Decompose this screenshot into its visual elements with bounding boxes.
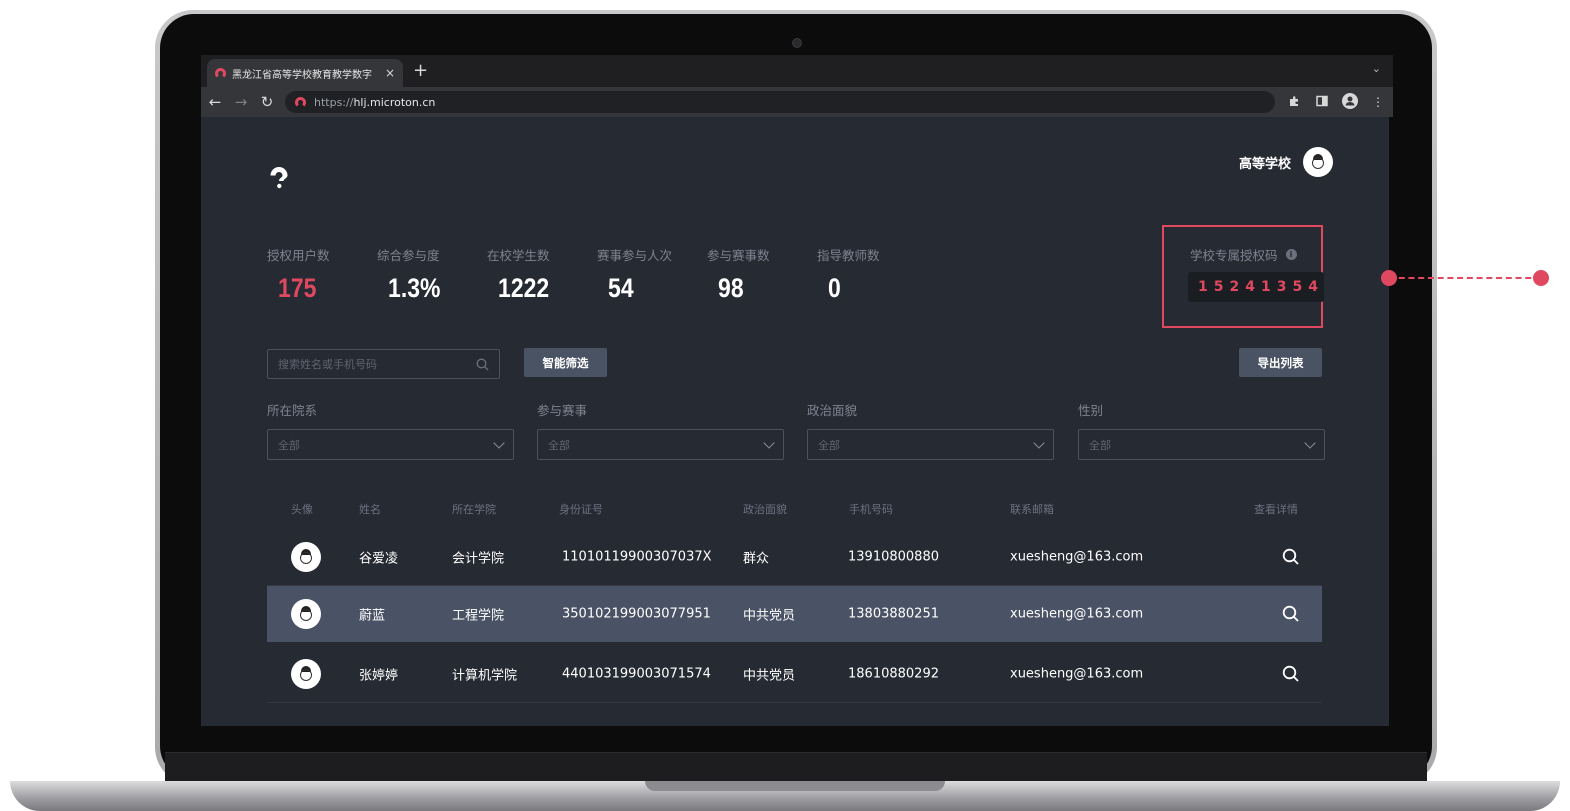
page-edge [1389,117,1393,726]
table-row[interactable]: 谷爱凌 会计学院 11010119900307037X 群众 139108008… [267,529,1322,586]
view-details-search-icon[interactable] [1282,665,1300,683]
reload-icon[interactable]: ↻ [259,93,275,111]
browser-toolbar: ← → ↻ https://hlj.microton.cn ⋮ [201,87,1393,117]
contest-select[interactable]: 全部 [537,429,784,460]
department-select[interactable]: 全部 [267,429,514,460]
browser-tab[interactable]: 黑龙江省高等学校教育教学数字 × [207,59,403,87]
user-name: 高等学校 [1238,156,1291,172]
filter-contest: 参与赛事 全部 [537,400,784,460]
avatar [291,542,321,572]
stat-contest-participants: 赛事参与人次 54 [597,248,673,303]
table-header: 头像 姓名 所在学院 身份证号 政治面貌 手机号码 联系邮箱 查看详情 [291,503,1298,516]
extensions-icon[interactable] [1285,95,1303,110]
back-icon[interactable]: ← [207,93,223,111]
address-bar[interactable]: https://hlj.microton.cn [285,91,1275,113]
browser-window: 黑龙江省高等学校教育教学数字 × + ⌄ ← → ↻ https://hlj.m… [201,55,1393,726]
stat-students: 在校学生数 1222 [487,248,550,303]
filter-gender: 性别 全部 [1078,400,1325,460]
camera-icon [792,38,802,48]
site-icon [295,96,306,108]
filter-political: 政治面貌 全部 [807,400,1054,460]
tab-close-icon[interactable]: × [385,66,395,80]
political-select[interactable]: 全部 [807,429,1054,460]
profile-icon[interactable] [1341,92,1359,112]
stat-teachers: 指导教师数 0 [817,248,880,303]
filter-department: 所在院系 全部 [267,400,514,460]
avatar [291,659,321,689]
chevron-down-icon [1033,436,1045,449]
menu-icon[interactable]: ⋮ [1369,95,1387,109]
view-details-search-icon[interactable] [1282,548,1300,566]
stat-contests: 参与赛事数 98 [707,248,770,303]
auth-code-label: 学校专属授权码 [1190,248,1278,263]
tab-bar: 黑龙江省高等学校教育教学数字 × + ⌄ [201,55,1393,87]
search-input[interactable] [278,357,476,371]
app-page: 高等学校 授权用户数 175 综合参与度 1.3% 在校学生数 1222 赛事参… [201,117,1389,726]
table-row[interactable]: 张婷婷 计算机学院 440103199003071574 中共党员 186108… [267,646,1322,703]
tab-search-icon[interactable]: ⌄ [1372,62,1381,75]
callout-line [1389,277,1541,279]
chevron-down-icon [763,436,775,449]
laptop-notch [645,781,945,791]
table-row[interactable]: 蔚蓝 工程学院 350102199003077951 中共党员 13803880… [267,586,1322,642]
forward-icon[interactable]: → [233,93,249,111]
student-table: 头像 姓名 所在学院 身份证号 政治面貌 手机号码 联系邮箱 查看详情 谷爱凌 … [267,487,1322,703]
auth-code-panel: 学校专属授权码 i 15241354 [1162,225,1324,328]
user-menu[interactable]: 高等学校 [1239,147,1333,177]
stats-row: 授权用户数 175 综合参与度 1.3% 在校学生数 1222 赛事参与人次 5… [267,245,927,304]
logo-icon [270,167,288,189]
stat-authorized-users: 授权用户数 175 [267,248,330,303]
info-icon[interactable]: i [1285,249,1297,260]
avatar [291,599,321,629]
favicon-icon [215,67,226,79]
new-tab-button[interactable]: + [413,60,428,81]
export-button[interactable]: 导出列表 [1239,348,1322,377]
side-panel-icon[interactable] [1313,95,1331,110]
tab-title: 黑龙江省高等学校教育教学数字 [232,69,372,81]
gender-select[interactable]: 全部 [1078,429,1325,460]
smart-filter-button[interactable]: 智能筛选 [524,348,607,377]
url-text: https://hlj.microton.cn [314,95,436,109]
view-details-search-icon[interactable] [1282,605,1300,623]
callout-dot-end [1533,270,1549,286]
callout-dot-start [1381,270,1397,286]
avatar[interactable] [1303,147,1333,177]
chevron-down-icon [493,436,505,449]
laptop-chin [165,752,1427,781]
stat-participation: 综合参与度 1.3% [377,248,441,303]
search-field [267,349,500,379]
auth-code-value: 15241354 [1188,272,1324,302]
chevron-down-icon [1304,436,1316,449]
search-icon[interactable] [476,358,489,371]
